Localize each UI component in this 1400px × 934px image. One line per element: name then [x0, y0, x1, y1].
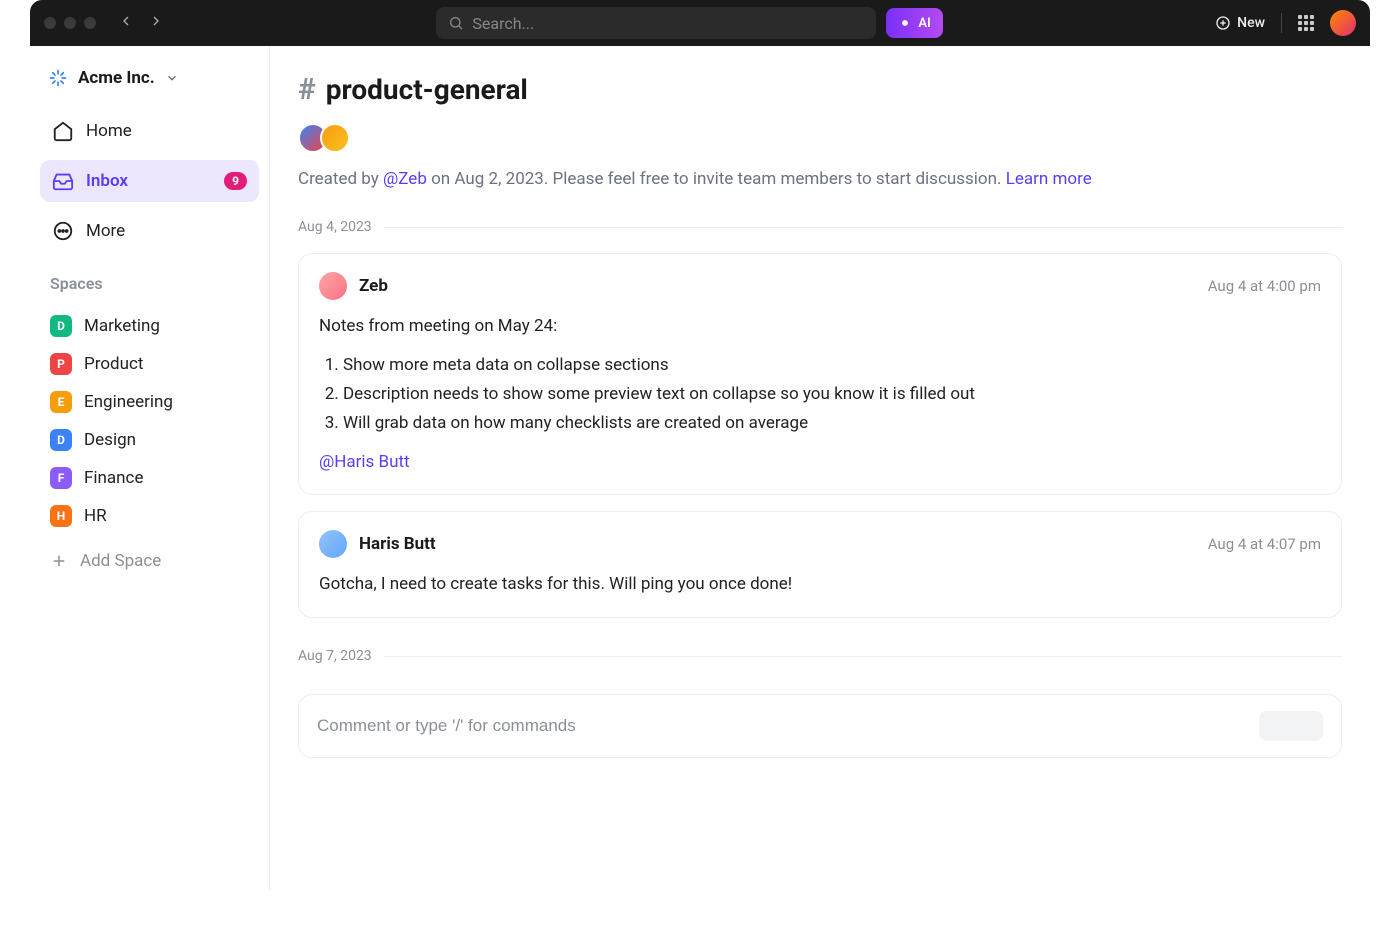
list-item: Will grab data on how many checklists ar… — [343, 409, 1321, 438]
author-name: Zeb — [359, 276, 388, 296]
author-avatar[interactable] — [319, 530, 347, 558]
message-time: Aug 4 at 4:00 pm — [1208, 277, 1321, 295]
author-avatar[interactable] — [319, 272, 347, 300]
space-label: Finance — [84, 468, 143, 488]
date-separator: Aug 4, 2023 — [298, 219, 1342, 235]
author-name: Haris Butt — [359, 534, 436, 554]
space-badge: P — [50, 353, 72, 375]
spaces-heading: Spaces — [40, 260, 259, 299]
send-button[interactable] — [1259, 711, 1323, 741]
space-label: Engineering — [84, 392, 173, 412]
message-card: Zeb Aug 4 at 4:00 pm Notes from meeting … — [298, 253, 1342, 495]
learn-more-link[interactable]: Learn more — [1006, 169, 1092, 189]
message-time: Aug 4 at 4:07 pm — [1208, 535, 1321, 553]
plus-circle-icon — [1215, 15, 1231, 31]
date-label: Aug 4, 2023 — [298, 219, 372, 235]
search-input[interactable]: Search... — [436, 7, 876, 39]
ai-icon — [898, 16, 912, 30]
space-label: Marketing — [84, 316, 160, 336]
ai-button[interactable]: AI — [886, 8, 942, 38]
sidebar-space-product[interactable]: P Product — [40, 345, 259, 383]
home-icon — [52, 120, 74, 142]
message-body: Gotcha, I need to create tasks for this.… — [319, 570, 1321, 599]
channel-members[interactable] — [298, 123, 1342, 153]
main-content: # product-general Created by @Zeb on Aug… — [270, 46, 1370, 890]
sidebar-item-label: Home — [86, 121, 132, 141]
workspace-switcher[interactable]: Acme Inc. — [40, 60, 259, 102]
space-label: Design — [84, 430, 136, 450]
space-badge: D — [50, 315, 72, 337]
sidebar-item-label: More — [86, 221, 125, 241]
add-space-label: Add Space — [80, 551, 161, 571]
hash-icon: # — [298, 72, 316, 107]
nav-forward-icon[interactable] — [148, 13, 164, 33]
comment-input[interactable] — [317, 716, 1259, 736]
sidebar-item-label: Inbox — [86, 171, 128, 191]
space-badge: F — [50, 467, 72, 489]
date-separator: Aug 7, 2023 — [298, 648, 1342, 664]
more-icon — [52, 220, 74, 242]
member-avatar — [320, 123, 350, 153]
nav-back-icon[interactable] — [118, 13, 134, 33]
channel-meta: Created by @Zeb on Aug 2, 2023. Please f… — [298, 169, 1342, 189]
ai-label: AI — [918, 16, 930, 31]
creator-mention[interactable]: @Zeb — [383, 169, 427, 189]
sidebar-space-marketing[interactable]: D Marketing — [40, 307, 259, 345]
sidebar-item-inbox[interactable]: Inbox 9 — [40, 160, 259, 202]
comment-composer[interactable] — [298, 694, 1342, 758]
sidebar: Acme Inc. Home Inbox 9 More Spaces D Mark… — [30, 46, 270, 890]
message-card: Haris Butt Aug 4 at 4:07 pm Gotcha, I ne… — [298, 511, 1342, 618]
list-item: Description needs to show some preview t… — [343, 380, 1321, 409]
message-text: Gotcha, I need to create tasks for this.… — [319, 570, 1321, 599]
new-button[interactable]: New — [1215, 15, 1265, 31]
channel-header: # product-general — [298, 72, 1342, 107]
window-controls[interactable] — [44, 17, 96, 29]
sidebar-space-engineering[interactable]: E Engineering — [40, 383, 259, 421]
search-placeholder: Search... — [472, 14, 534, 33]
space-badge: H — [50, 505, 72, 527]
sidebar-space-design[interactable]: D Design — [40, 421, 259, 459]
sidebar-item-home[interactable]: Home — [40, 110, 259, 152]
search-icon — [448, 15, 464, 31]
user-mention[interactable]: @Haris Butt — [319, 452, 410, 472]
plus-icon — [50, 552, 68, 570]
space-label: Product — [84, 354, 143, 374]
sidebar-space-finance[interactable]: F Finance — [40, 459, 259, 497]
chevron-down-icon — [165, 71, 179, 85]
sidebar-space-hr[interactable]: H HR — [40, 497, 259, 535]
add-space-button[interactable]: Add Space — [40, 543, 259, 579]
message-text: Notes from meeting on May 24: — [319, 312, 1321, 341]
workspace-logo-icon — [48, 68, 68, 88]
date-label: Aug 7, 2023 — [298, 648, 372, 664]
space-label: HR — [84, 506, 107, 526]
apps-grid-icon[interactable] — [1298, 15, 1314, 31]
inbox-badge: 9 — [224, 172, 247, 190]
space-badge: D — [50, 429, 72, 451]
space-badge: E — [50, 391, 72, 413]
list-item: Show more meta data on collapse sections — [343, 351, 1321, 380]
message-body: Notes from meeting on May 24: Show more … — [319, 312, 1321, 476]
inbox-icon — [52, 170, 74, 192]
new-label: New — [1237, 15, 1265, 31]
divider — [1281, 13, 1282, 33]
channel-name: product-general — [326, 73, 528, 106]
workspace-name: Acme Inc. — [78, 68, 155, 88]
titlebar: Search... AI New — [30, 0, 1370, 46]
sidebar-item-more[interactable]: More — [40, 210, 259, 252]
user-avatar[interactable] — [1330, 10, 1356, 36]
